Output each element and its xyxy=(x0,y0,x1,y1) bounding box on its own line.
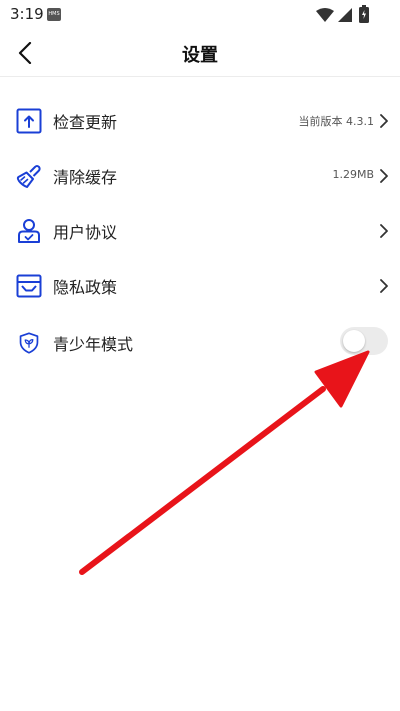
settings-row-privacy-policy[interactable]: 隐私政策 xyxy=(0,259,400,313)
settings-row-clear-cache[interactable]: 清除缓存 1.29MB xyxy=(0,149,400,203)
hms-badge: HMS xyxy=(47,8,61,21)
page-title: 设置 xyxy=(182,45,218,66)
settings-row-check-update[interactable]: 检查更新 当前版本 4.3.1 xyxy=(0,94,400,148)
teen-mode-toggle[interactable] xyxy=(340,327,388,355)
chevron-right-icon xyxy=(380,224,388,238)
broom-icon xyxy=(16,165,41,188)
settings-row-label: 用户协议 xyxy=(53,223,118,242)
status-time: 3:19 xyxy=(10,5,44,23)
settings-row-label: 检查更新 xyxy=(53,113,118,132)
chevron-right-icon xyxy=(380,279,388,293)
chevron-right-icon xyxy=(380,114,388,128)
settings-row-teen-mode: 青少年模式 xyxy=(0,316,400,370)
settings-row-label: 清除缓存 xyxy=(53,168,118,187)
settings-row-label: 青少年模式 xyxy=(53,335,134,354)
signal-icon xyxy=(338,8,352,22)
settings-row-user-agreement[interactable]: 用户协议 xyxy=(0,204,400,258)
inbox-icon xyxy=(16,274,42,298)
wifi-icon xyxy=(316,8,334,22)
user-shield-icon xyxy=(18,219,40,243)
shield-leaf-icon xyxy=(19,332,39,354)
status-bar: 3:19 HMS xyxy=(0,0,400,30)
header: 设置 xyxy=(0,30,400,77)
toggle-knob xyxy=(343,330,365,352)
settings-row-label: 隐私政策 xyxy=(53,278,118,297)
battery-icon xyxy=(359,5,369,23)
chevron-right-icon xyxy=(380,169,388,183)
cache-size-value: 1.29MB xyxy=(332,168,374,181)
version-value: 当前版本 4.3.1 xyxy=(298,115,375,128)
upload-icon xyxy=(16,108,42,134)
